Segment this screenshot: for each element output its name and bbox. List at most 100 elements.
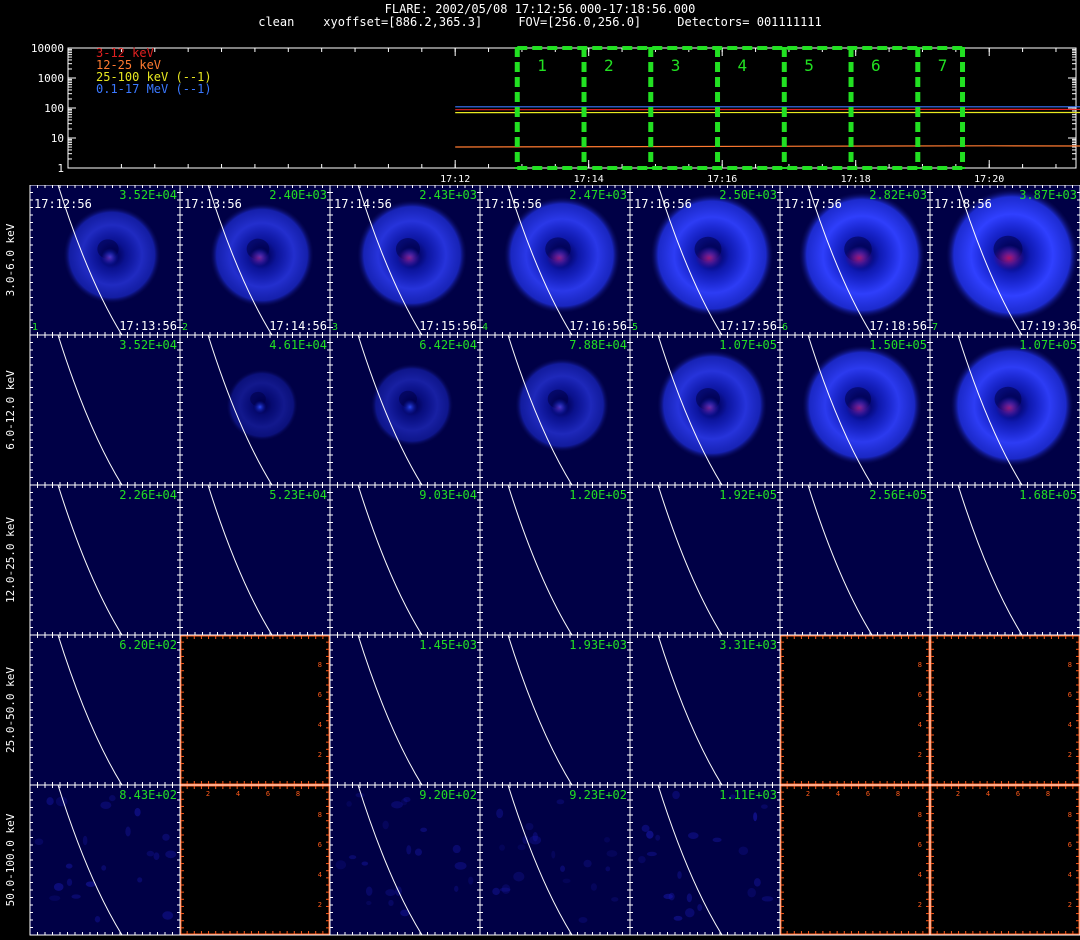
image-cell: 2.26E+04 — [29, 484, 181, 636]
image-cell: 1.92E+05 — [629, 484, 781, 636]
image-background — [30, 335, 180, 485]
noise-speckle — [101, 865, 107, 871]
empty-axis-label: 2 — [918, 901, 922, 909]
empty-axis-label: 8 — [896, 790, 900, 798]
noise-speckle — [385, 889, 396, 897]
noise-speckle — [646, 851, 657, 857]
peak-value: 9.20E+02 — [419, 788, 477, 802]
image-cell: 1.45E+03 — [329, 634, 481, 786]
image-cell: 3.31E+03 — [629, 634, 781, 786]
image-grid: 3.0-6.0 keV 6.0-12.0 keV 12.0-25.0 keV 25.0… — [4, 185, 1080, 936]
noise-speckle — [137, 877, 143, 883]
interval-label: 3 — [671, 56, 681, 75]
source-core — [397, 248, 421, 268]
image-cell: 2.43E+0317:14:5617:15:563 — [329, 185, 481, 336]
empty-axis-label: 4 — [918, 721, 922, 729]
noise-speckle — [525, 822, 534, 831]
peak-value: 1.45E+03 — [419, 638, 477, 652]
image-cell: 2.50E+0317:16:5617:17:565 — [629, 185, 781, 336]
image-background — [180, 485, 330, 635]
noise-speckle — [420, 827, 428, 833]
end-time: 17:15:56 — [419, 319, 477, 333]
peak-value: 3.31E+03 — [719, 638, 777, 652]
peak-value: 3.52E+04 — [119, 188, 177, 202]
image-cell: 2 4 6 8 — [779, 634, 931, 786]
noise-speckle — [551, 850, 556, 859]
peak-value: 1.20E+05 — [569, 488, 627, 502]
noise-speckle — [517, 844, 526, 851]
empty-axis-label: 2 — [956, 790, 960, 798]
empty-axis-label: 6 — [1068, 691, 1072, 699]
peak-value: 2.56E+05 — [869, 488, 927, 502]
noise-speckle — [606, 850, 618, 857]
peak-value: 8.43E+02 — [119, 788, 177, 802]
noise-speckle — [738, 846, 749, 856]
source-kernel — [253, 400, 267, 414]
peak-value: 2.40E+03 — [269, 188, 327, 202]
empty-axis-label: 6 — [866, 790, 870, 798]
x-tick-label: 17:18 — [841, 174, 871, 185]
start-time: 17:17:56 — [784, 197, 842, 211]
image-cell: 6.42E+04 — [329, 334, 481, 486]
noise-speckle — [403, 797, 411, 803]
noise-speckle — [688, 832, 699, 839]
image-cell: 1.07E+05 — [929, 334, 1080, 486]
image-background — [930, 635, 1080, 785]
row-label: 50.0-100.0 keV — [4, 813, 17, 906]
x-tick-label: 17:20 — [974, 174, 1004, 185]
noise-speckle — [492, 887, 500, 896]
image-cell: 2 4 6 8 — [179, 634, 331, 786]
empty-axis-label: 2 — [918, 751, 922, 759]
noise-speckle — [501, 884, 511, 895]
peak-value: 1.11E+03 — [719, 788, 777, 802]
noise-speckle — [529, 835, 542, 845]
row-label: 6.0-12.0 keV — [4, 370, 17, 450]
noise-speckle — [578, 917, 588, 924]
noise-speckle — [672, 790, 680, 800]
source-core — [846, 398, 872, 418]
image-cell: 1.93E+03 — [479, 634, 631, 786]
peak-value: 2.82E+03 — [869, 188, 927, 202]
y-tick-label: 10 — [51, 132, 64, 145]
empty-axis-label: 8 — [296, 790, 300, 798]
image-background — [630, 785, 780, 935]
image-cell: 8.43E+02 — [29, 784, 181, 936]
image-background — [780, 485, 930, 635]
peak-value: 2.50E+03 — [719, 188, 777, 202]
plot-title: FLARE: 2002/05/08 17:12:56.000-17:18:56.… — [384, 2, 696, 16]
noise-speckle — [34, 838, 44, 846]
peak-value: 9.23E+02 — [569, 788, 627, 802]
peak-value: 1.50E+05 — [869, 338, 927, 352]
noise-speckle — [100, 801, 112, 809]
noise-speckle — [684, 908, 695, 918]
y-tick-label: 1 — [57, 162, 64, 175]
noise-speckle — [560, 865, 566, 872]
image-cell: 6.20E+02 — [29, 634, 181, 786]
lightcurve-frame — [67, 47, 1077, 169]
image-cell: 3.52E+04 — [29, 334, 181, 486]
noise-speckle — [162, 833, 170, 841]
noise-speckle — [165, 850, 177, 859]
noise-speckle — [663, 893, 673, 900]
noise-speckle — [496, 808, 504, 819]
noise-speckle — [388, 899, 394, 906]
empty-axis-label: 2 — [1068, 901, 1072, 909]
empty-axis-label: 8 — [318, 661, 322, 669]
source-core — [992, 245, 1026, 271]
noise-speckle — [611, 897, 619, 902]
end-time: 17:18:56 — [869, 319, 927, 333]
noise-speckle — [454, 885, 459, 892]
y-tick-label: 1000 — [38, 72, 65, 85]
empty-axis-label: 6 — [918, 841, 922, 849]
row-label: 3.0-6.0 keV — [4, 223, 17, 296]
noise-speckle — [562, 878, 571, 884]
image-cell: 4.61E+04 — [179, 334, 331, 486]
start-time: 17:18:56 — [934, 197, 992, 211]
start-time: 17:14:56 — [334, 197, 392, 211]
empty-axis-label: 2 — [318, 901, 322, 909]
noise-speckle — [65, 863, 73, 869]
x-tick-label: 17:12 — [440, 174, 470, 185]
peak-value: 2.47E+03 — [569, 188, 627, 202]
end-time: 17:16:56 — [569, 319, 627, 333]
x-tick-label: 17:16 — [707, 174, 737, 185]
